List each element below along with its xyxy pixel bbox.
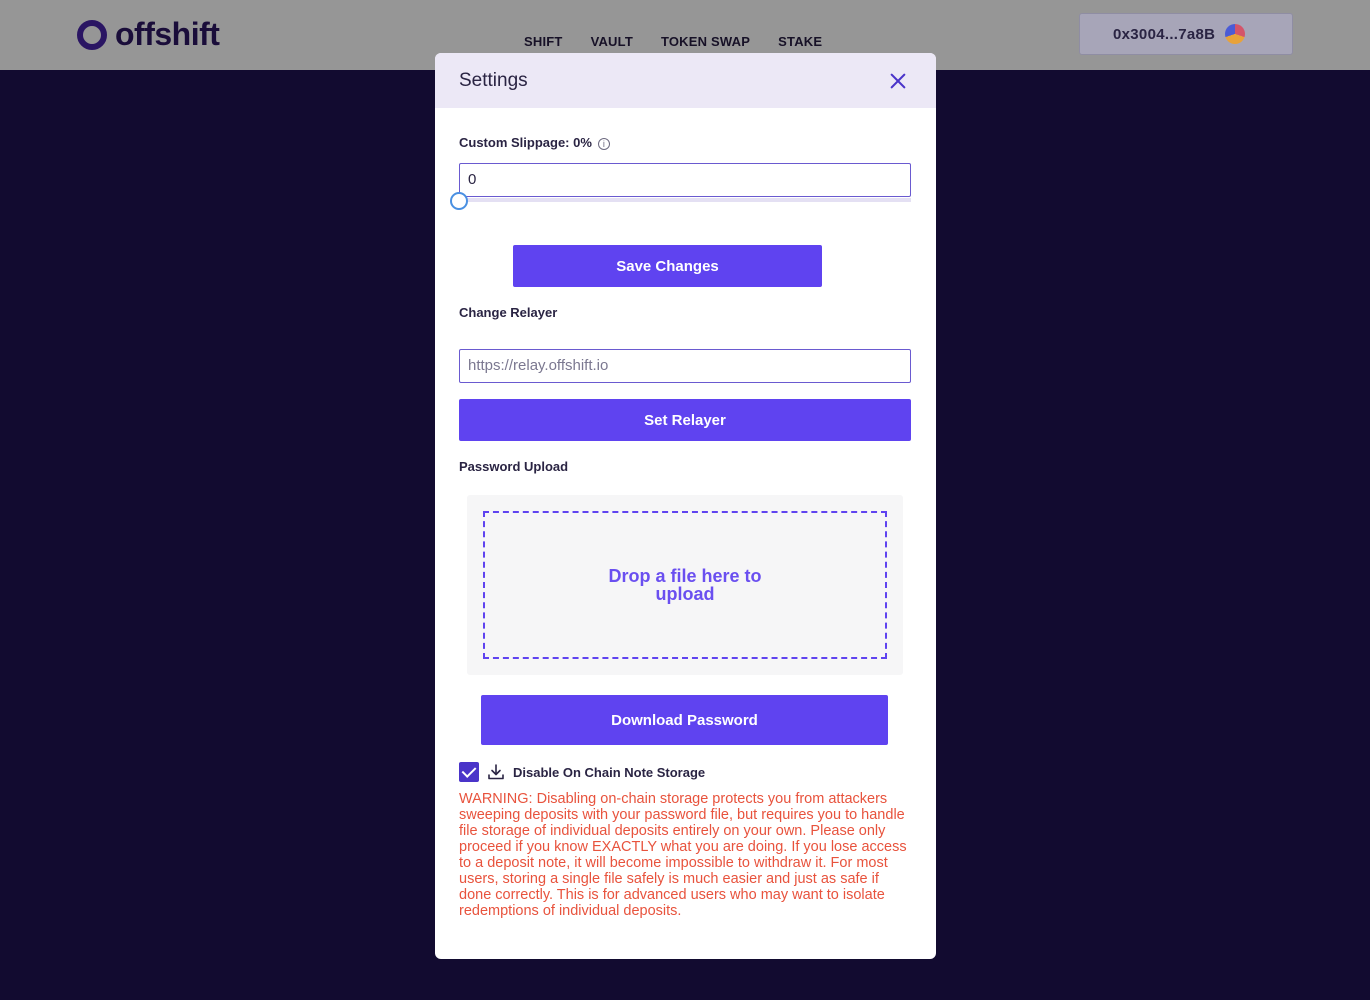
slippage-input[interactable]: 0 (459, 163, 911, 197)
disable-storage-label: Disable On Chain Note Storage (513, 764, 706, 780)
slippage-slider-track[interactable] (459, 198, 911, 202)
brand-name: offshift (115, 16, 220, 52)
main-nav: SHIFT VAULT TOKEN SWAP STAKE (510, 34, 836, 49)
slippage-label: Custom Slippage: 0% (459, 135, 592, 150)
disable-storage-row: Disable On Chain Note Storage (459, 762, 705, 782)
save-changes-button[interactable]: Save Changes (513, 245, 822, 287)
relayer-input[interactable]: https://relay.offshift.io (459, 349, 911, 383)
download-password-button[interactable]: Download Password (481, 695, 888, 745)
logo-ring-icon (77, 19, 107, 50)
settings-modal: Settings Custom Slippage: 0% i 0 Save Cha… (435, 53, 936, 959)
modal-header: Settings (435, 53, 936, 108)
change-relayer-label: Change Relayer (459, 305, 558, 320)
slippage-slider-handle[interactable] (450, 192, 468, 210)
info-icon[interactable]: i (597, 137, 610, 150)
wallet-button[interactable]: 0x3004...7a8B (1079, 13, 1293, 55)
disable-storage-checkbox[interactable] (459, 762, 479, 782)
wallet-address: 0x3004...7a8B (1113, 25, 1216, 43)
download-icon (488, 764, 504, 780)
set-relayer-button[interactable]: Set Relayer (459, 399, 911, 441)
modal-title: Settings (459, 69, 528, 91)
nav-shift[interactable]: SHIFT (510, 34, 577, 49)
slippage-label-row: Custom Slippage: 0% i (459, 135, 610, 150)
nav-vault[interactable]: VAULT (577, 34, 647, 49)
file-drop-zone[interactable]: Drop a file here to upload (483, 511, 887, 659)
offshift-logo[interactable]: offshift (77, 16, 220, 53)
nav-stake[interactable]: STAKE (764, 34, 836, 49)
password-upload-label: Password Upload (459, 459, 569, 474)
storage-warning-text: WARNING: Disabling on-chain storage prot… (459, 791, 907, 919)
nav-token-swap[interactable]: TOKEN SWAP (647, 34, 764, 49)
wallet-avatar-icon (1225, 24, 1246, 44)
close-icon[interactable] (890, 73, 906, 89)
drop-zone-container: Drop a file here to upload (467, 495, 903, 675)
drop-zone-text: Drop a file here to upload (608, 566, 762, 604)
